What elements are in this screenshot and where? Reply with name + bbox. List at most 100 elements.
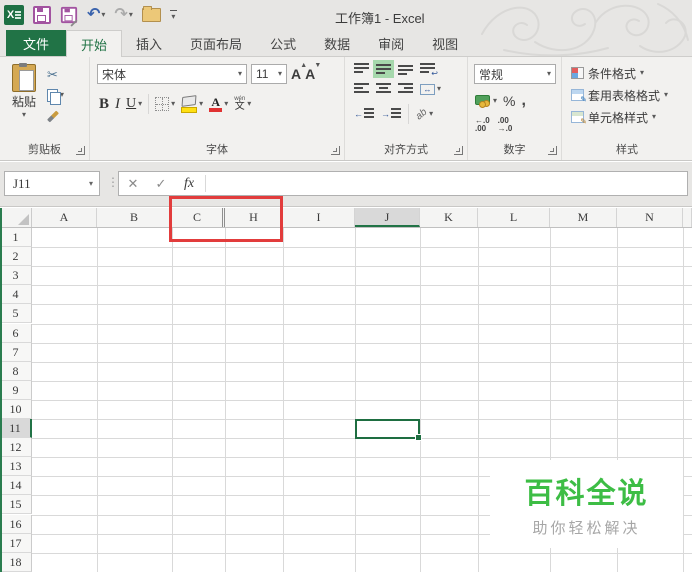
open-folder-icon[interactable]	[141, 6, 161, 22]
bold-button[interactable]: B	[99, 96, 109, 113]
row-header-17[interactable]: 17	[0, 533, 32, 553]
increase-decimal-button[interactable]: ←.0.00	[475, 117, 490, 133]
currency-format-button[interactable]: ▾	[475, 95, 497, 108]
column-header-J[interactable]: J	[355, 208, 420, 227]
row-header-1[interactable]: 1	[0, 228, 32, 248]
column-header-N[interactable]: N	[617, 208, 683, 227]
name-box[interactable]: J11 ▾	[4, 171, 100, 196]
row-header-18[interactable]: 18	[0, 552, 32, 572]
align-left-button[interactable]	[354, 83, 369, 95]
gridline-horizontal	[32, 285, 692, 287]
font-group: 宋体 ▾ 11 ▾ A ▲ A ▼ B I U ▾ ▾ ▾ A ▾ wén 文 ▾	[90, 57, 345, 160]
column-header-I[interactable]: I	[283, 208, 355, 227]
tab-file[interactable]: 文件	[6, 30, 67, 56]
row-header-12[interactable]: 12	[0, 438, 32, 458]
row-header-13[interactable]: 13	[0, 457, 32, 477]
paste-button[interactable]: 粘贴 ▾	[7, 63, 41, 124]
cancel-icon[interactable]: ✕	[119, 176, 147, 192]
fill-color-button[interactable]: ▾	[181, 94, 203, 113]
tab-page-layout[interactable]: 页面布局	[176, 30, 256, 56]
selected-cell-J11[interactable]	[355, 419, 422, 442]
tab-review[interactable]: 审阅	[364, 30, 418, 56]
decrease-decimal-button[interactable]: .00 →.0	[498, 117, 513, 133]
borders-button[interactable]: ▾	[155, 97, 175, 111]
row-header-15[interactable]: 15	[0, 495, 32, 515]
font-size-combo[interactable]: 11 ▾	[251, 64, 287, 84]
format-as-table-icon	[571, 89, 587, 104]
merge-center-button[interactable]: ↔ ▾	[420, 83, 441, 95]
conditional-formatting-label: 条件格式	[588, 66, 637, 81]
cell-styles-button[interactable]: 单元格样式▾	[571, 108, 692, 126]
column-header-C[interactable]: C	[172, 208, 225, 227]
percent-style-button[interactable]: %	[503, 93, 515, 109]
row-header-4[interactable]: 4	[0, 285, 32, 305]
copy-button[interactable]: ▾	[47, 87, 64, 105]
ribbon: 粘贴 ▾ ✂ ▾ 剪贴板 宋体 ▾ 11 ▾ A ▲ A ▼ B I U ▾ ▾…	[0, 57, 692, 161]
tab-home[interactable]: 开始	[66, 30, 123, 57]
row-header-8[interactable]: 8	[0, 361, 32, 381]
column-header-K[interactable]: K	[420, 208, 478, 227]
formula-input[interactable]	[208, 172, 687, 195]
customize-toolbar-button[interactable]: ▾	[169, 9, 177, 21]
underline-button[interactable]: U ▾	[126, 96, 142, 112]
number-format-combo[interactable]: 常规 ▾	[474, 64, 556, 84]
cut-button[interactable]: ✂	[47, 66, 64, 82]
decrease-font-button[interactable]: A ▼	[305, 62, 321, 82]
window-title: 工作簿1 - Excel	[335, 11, 425, 26]
align-center-button[interactable]	[376, 83, 391, 95]
redo-button[interactable]: ↷ ▾	[114, 7, 132, 23]
format-as-table-button[interactable]: 套用表格格式▾	[571, 86, 692, 104]
font-color-button[interactable]: A ▾	[209, 96, 228, 112]
tab-data[interactable]: 数据	[310, 30, 364, 56]
tab-insert[interactable]: 插入	[122, 30, 176, 56]
save-icon[interactable]	[33, 6, 51, 24]
phonetic-guide-button[interactable]: wén 文 ▾	[234, 96, 251, 112]
top-align-button[interactable]	[354, 63, 369, 75]
align-right-button[interactable]	[398, 83, 413, 95]
tab-view[interactable]: 视图	[418, 30, 472, 56]
increase-font-button[interactable]: A ▲	[291, 62, 307, 82]
row-header-14[interactable]: 14	[0, 476, 32, 496]
row-header-10[interactable]: 10	[0, 399, 32, 419]
row-header-9[interactable]: 9	[0, 380, 32, 400]
row-header-2[interactable]: 2	[0, 247, 32, 267]
row-header-3[interactable]: 3	[0, 266, 32, 286]
styles-group: 条件格式▾套用表格格式▾单元格样式▾ 样式	[562, 57, 692, 160]
italic-button[interactable]: I	[115, 96, 120, 113]
number-dialog-launcher[interactable]	[548, 146, 557, 155]
font-dialog-launcher[interactable]	[331, 146, 340, 155]
column-header-L[interactable]: L	[478, 208, 550, 227]
alignment-dialog-launcher[interactable]	[454, 146, 463, 155]
column-header-H[interactable]: H	[225, 208, 283, 227]
chevron-down-icon: ▾	[21, 110, 26, 119]
clipboard-dialog-launcher[interactable]	[76, 146, 85, 155]
row-header-7[interactable]: 7	[0, 342, 32, 362]
column-header-B[interactable]: B	[97, 208, 172, 227]
conditional-formatting-button[interactable]: 条件格式 ▾	[571, 64, 692, 82]
row-header-11[interactable]: 11	[0, 419, 32, 439]
save-as-icon[interactable]	[60, 6, 78, 27]
enter-icon[interactable]: ✓	[147, 176, 175, 192]
bottom-align-button[interactable]	[398, 63, 413, 75]
increase-indent-button[interactable]: →	[381, 108, 401, 120]
middle-align-button[interactable]	[373, 60, 394, 78]
font-size-value: 11	[256, 67, 269, 81]
undo-button[interactable]: ↶ ▾	[87, 7, 105, 23]
fill-handle[interactable]	[415, 434, 422, 442]
select-all-button[interactable]	[0, 208, 32, 227]
comma-style-button[interactable]: ,	[521, 93, 525, 109]
row-header-5[interactable]: 5	[0, 304, 32, 324]
column-header-M[interactable]: M	[550, 208, 617, 227]
column-header-A[interactable]: A	[32, 208, 97, 227]
wrap-text-button[interactable]: ↩	[420, 63, 438, 78]
font-name-combo[interactable]: 宋体 ▾	[97, 64, 247, 84]
select-all-triangle-icon	[18, 214, 29, 225]
insert-function-icon[interactable]: fx	[175, 176, 203, 192]
format-painter-button[interactable]	[46, 108, 64, 124]
row-header-16[interactable]: 16	[0, 514, 32, 534]
decrease-indent-button[interactable]: ←	[354, 108, 374, 120]
orientation-button[interactable]: ab ▾	[414, 106, 433, 122]
row-header-6[interactable]: 6	[0, 323, 32, 343]
gridline-horizontal	[32, 266, 692, 268]
tab-formulas[interactable]: 公式	[256, 30, 310, 56]
